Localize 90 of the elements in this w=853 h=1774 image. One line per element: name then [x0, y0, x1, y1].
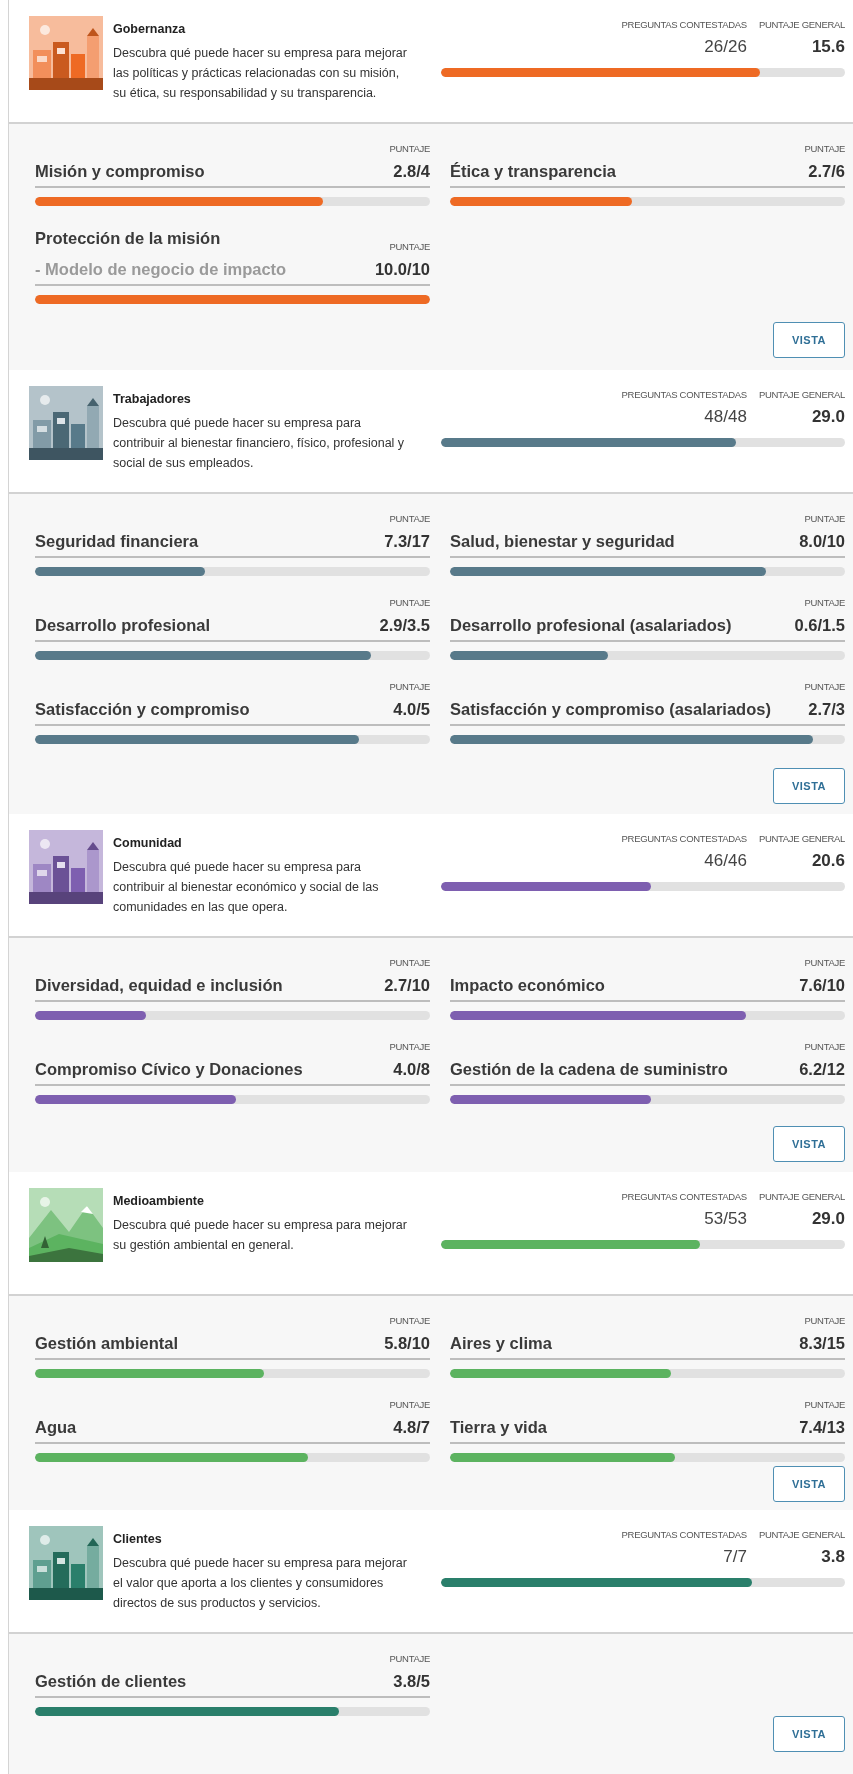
item-title: Impacto económico: [450, 975, 605, 997]
score-label: PUNTAJE: [389, 142, 430, 156]
score-label: PUNTAJE: [804, 1040, 845, 1054]
stat-label: PREGUNTAS CONTESTADAS: [621, 832, 747, 846]
overall-score: 29.0: [811, 406, 845, 429]
score-label: PUNTAJE: [389, 512, 430, 526]
score-label: PUNTAJE: [389, 680, 430, 694]
item-score: 3.8/5: [393, 1671, 430, 1693]
view-button[interactable]: VISTA: [773, 768, 845, 804]
item-score: 2.9/3.5: [379, 615, 430, 637]
item-title: Seguridad financiera: [35, 531, 199, 553]
stat-label: PREGUNTAS CONTESTADAS: [621, 18, 747, 32]
item-score: 2.7/10: [384, 975, 430, 997]
item-title: Tierra y vida: [450, 1417, 547, 1439]
overall-score: 20.6: [811, 850, 845, 873]
item-score: 2.7/3: [808, 699, 845, 721]
item-score: 10.0/10: [374, 258, 430, 280]
score-label: PUNTAJE: [804, 1398, 845, 1412]
score-label: PUNTAJE: [804, 1314, 845, 1328]
item-title: Satisfacción y compromiso: [35, 699, 250, 721]
item-title: Ética y transparencia: [450, 161, 616, 183]
item-title: Compromiso Cívico y Donaciones: [35, 1059, 303, 1081]
item-score: 7.3/17: [384, 531, 430, 553]
item-title: Gestión de la cadena de suministro: [450, 1059, 728, 1081]
stat-label: PUNTAJE GENERAL: [758, 1190, 845, 1204]
item-title: Gestión ambiental: [35, 1333, 179, 1355]
stat-label: PUNTAJE GENERAL: [758, 388, 845, 402]
item-score: 4.0/8: [393, 1059, 430, 1081]
item-title: Desarrollo profesional (asalariados): [450, 615, 732, 637]
answered-count: 7/7: [723, 1546, 747, 1569]
overall-score: 15.6: [811, 36, 845, 59]
view-button[interactable]: VISTA: [773, 1126, 845, 1162]
score-label: PUNTAJE: [804, 512, 845, 526]
category-description: Descubra qué puede hacer su empresa para mejorar el valor que aporta a los clientes y consumidores directos de sus productos y servicios.: [113, 1554, 408, 1612]
stat-label: PUNTAJE GENERAL: [758, 18, 845, 32]
category-description: Descubra qué puede hacer su empresa para mejorar su gestión ambiental en general.: [113, 1216, 408, 1254]
answered-count: 26/26: [704, 36, 747, 59]
item-title: Protección de la misión: [35, 228, 222, 249]
item-score: 0.6/1.5: [794, 615, 845, 637]
stat-label: PUNTAJE GENERAL: [758, 832, 845, 846]
view-button[interactable]: VISTA: [773, 322, 845, 358]
item-score: 4.8/7: [393, 1417, 430, 1439]
item-score: 4.0/5: [393, 699, 430, 721]
item-subtitle: - Modelo de negocio de impacto: [35, 258, 287, 280]
stat-label: PREGUNTAS CONTESTADAS: [621, 1190, 747, 1204]
answered-count: 48/48: [704, 406, 747, 429]
category-title: Comunidad: [113, 835, 182, 852]
view-button[interactable]: VISTA: [773, 1716, 845, 1752]
stat-label: PUNTAJE GENERAL: [758, 1528, 845, 1542]
item-title: Satisfacción y compromiso (asalariados): [450, 699, 771, 721]
item-title: Salud, bienestar y seguridad: [450, 531, 675, 553]
item-score: 8.3/15: [799, 1333, 845, 1355]
score-label: PUNTAJE: [389, 1398, 430, 1412]
item-title: Diversidad, equidad e inclusión: [35, 975, 283, 997]
item-title: Aires y clima: [450, 1333, 552, 1355]
answered-count: 46/46: [704, 850, 747, 873]
overall-score: 29.0: [811, 1208, 845, 1231]
item-score: 2.7/6: [808, 161, 845, 183]
answered-count: 53/53: [704, 1208, 747, 1231]
score-label: PUNTAJE: [389, 1652, 430, 1666]
item-score: 6.2/12: [799, 1059, 845, 1081]
category-title: Gobernanza: [113, 21, 186, 38]
category-title: Trabajadores: [113, 391, 191, 408]
score-label: PUNTAJE: [389, 239, 430, 254]
score-label: PUNTAJE: [804, 956, 845, 970]
item-score: 7.4/13: [799, 1417, 845, 1439]
item-score: 7.6/10: [799, 975, 845, 997]
stat-label: PREGUNTAS CONTESTADAS: [621, 388, 747, 402]
item-title: Agua: [35, 1417, 77, 1439]
item-score: 8.0/10: [799, 531, 845, 553]
item-title: Gestión de clientes: [35, 1671, 187, 1693]
item-title: Desarrollo profesional: [35, 615, 211, 637]
category-description: Descubra qué puede hacer su empresa para contribuir al bienestar económico y social de las comunidades en las que opera.: [113, 858, 380, 916]
score-label: PUNTAJE: [389, 1314, 430, 1328]
category-title: Medioambiente: [113, 1193, 204, 1210]
category-description: Descubra qué puede hacer su empresa para contribuir al bienestar financiero, físico, profesional y social de sus empleados.: [113, 414, 406, 472]
overall-score: 3.8: [821, 1546, 845, 1569]
score-label: PUNTAJE: [804, 596, 845, 610]
score-label: PUNTAJE: [389, 956, 430, 970]
item-title: Misión y compromiso: [35, 161, 205, 183]
score-label: PUNTAJE: [804, 680, 845, 694]
item-score: 2.8/4: [393, 161, 430, 183]
stat-label: PREGUNTAS CONTESTADAS: [621, 1528, 747, 1542]
category-title: Clientes: [113, 1531, 162, 1548]
score-label: PUNTAJE: [804, 142, 845, 156]
category-description: Descubra qué puede hacer su empresa para mejorar las políticas y prácticas relacionadas con su misión, su ética, su responsabilidad y su transparencia.: [113, 44, 408, 102]
item-score: 5.8/10: [384, 1333, 430, 1355]
score-label: PUNTAJE: [389, 596, 430, 610]
view-button[interactable]: VISTA: [773, 1466, 845, 1502]
score-label: PUNTAJE: [389, 1040, 430, 1054]
